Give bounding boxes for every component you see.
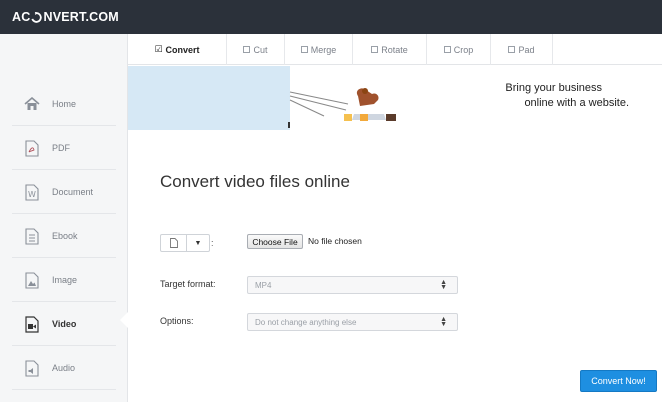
checkbox-icon: [508, 46, 516, 53]
sidebar-item-label: Document: [52, 187, 94, 197]
checkbox-icon: [443, 46, 451, 53]
target-format-value: MP4: [255, 280, 272, 290]
tab-rotate[interactable]: Rotate: [353, 34, 427, 65]
tab-cut[interactable]: Cut: [227, 34, 285, 65]
sidebar-item-label: Audio: [52, 363, 76, 373]
file-status: No file chosen: [308, 236, 362, 246]
tab-crop[interactable]: Crop: [427, 34, 491, 65]
choose-file-button[interactable]: Choose File: [247, 234, 303, 249]
document-icon: W: [23, 183, 41, 201]
tab-label: Merge: [310, 44, 337, 55]
banner-background: [128, 66, 290, 130]
tab-label: Crop: [453, 44, 474, 55]
sidebar-item-label: Image: [52, 275, 78, 285]
source-dropdown-caret-icon[interactable]: ▼: [187, 235, 209, 251]
tab-pad[interactable]: Pad: [491, 34, 553, 65]
file-icon[interactable]: [161, 235, 187, 251]
tab-label: Rotate: [381, 44, 408, 55]
file-source-picker[interactable]: ▼: [160, 234, 210, 252]
logo-prefix: AC: [12, 10, 31, 24]
home-icon: [23, 95, 41, 113]
sidebar-item-video[interactable]: Video: [12, 303, 116, 346]
target-format-select[interactable]: MP4 ▲ ▼: [247, 276, 458, 294]
video-icon: [23, 315, 41, 333]
image-icon: [23, 271, 41, 289]
convert-now-button[interactable]: Convert Now!: [580, 370, 657, 392]
banner-line-1: Bring your business: [505, 82, 602, 94]
sidebar-item-audio[interactable]: Audio: [12, 347, 116, 390]
banner-line-2: online with a website.: [524, 97, 629, 109]
dog-walking-illustration: [288, 88, 396, 128]
sidebar-item-document[interactable]: W Document: [12, 171, 116, 214]
options-select[interactable]: Do not change anything else ▲ ▼: [247, 313, 458, 331]
select-arrows-icon: ▲ ▼: [440, 316, 447, 328]
sidebar-item-label: Video: [52, 319, 77, 329]
options-value: Do not change anything else: [255, 317, 357, 327]
target-format-label: Target format:: [160, 279, 216, 289]
sidebar-item-label: Home: [52, 99, 77, 109]
logo-suffix: NVERT.COM: [43, 10, 119, 24]
audio-icon: [23, 359, 41, 377]
sidebar: Home PDF W Document Ebook Image Video Au…: [0, 34, 128, 402]
tab-convert[interactable]: ☑ Convert: [128, 34, 227, 65]
checkbox-icon: [371, 46, 379, 53]
page-title: Convert video files online: [160, 172, 350, 191]
sidebar-item-home[interactable]: Home: [12, 83, 116, 126]
sidebar-item-label: Ebook: [52, 231, 78, 241]
ebook-icon: [23, 227, 41, 245]
checkbox-icon: [300, 46, 308, 53]
tab-label: Cut: [253, 44, 268, 55]
top-bar: AC NVERT.COM: [0, 0, 662, 34]
select-arrows-icon: ▲ ▼: [440, 279, 447, 291]
sidebar-item-label: PDF: [52, 143, 70, 153]
checked-box-icon: ☑: [154, 44, 163, 54]
tab-merge[interactable]: Merge: [285, 34, 353, 65]
tab-label: Pad: [518, 44, 535, 55]
picker-colon: :: [211, 238, 214, 248]
sidebar-item-image[interactable]: Image: [12, 259, 116, 302]
options-label: Options:: [160, 316, 194, 326]
tab-label: Convert: [165, 44, 200, 55]
sidebar-item-ebook[interactable]: Ebook: [12, 215, 116, 258]
svg-text:W: W: [28, 190, 36, 199]
ad-banner[interactable]: Bring your business online with a websit…: [128, 66, 662, 130]
sidebar-item-pdf[interactable]: PDF: [12, 127, 116, 170]
tool-tabs: ☑ Convert Cut Merge Rotate Crop Pad: [128, 34, 662, 65]
pdf-icon: [23, 139, 41, 157]
site-logo[interactable]: AC NVERT.COM: [12, 10, 119, 24]
checkbox-icon: [243, 46, 251, 53]
logo-ring-icon: [31, 11, 43, 23]
active-pointer: [120, 312, 128, 328]
